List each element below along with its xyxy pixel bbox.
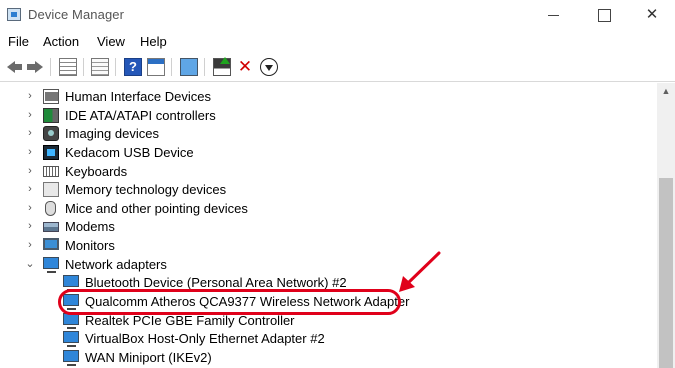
action-pane-icon[interactable] <box>147 58 165 76</box>
scroll-up-icon[interactable]: ▲ <box>657 83 675 100</box>
close-button[interactable]: ✕ <box>629 0 675 30</box>
forward-arrow-icon[interactable] <box>26 58 44 76</box>
chevron-down-icon[interactable]: ⌄ <box>25 258 35 270</box>
menu-view[interactable]: View <box>97 34 125 49</box>
network-adapter-icon <box>63 275 79 291</box>
chevron-right-icon[interactable]: › <box>25 202 35 214</box>
chevron-right-icon[interactable]: › <box>25 220 35 232</box>
tree-category-kedacom-usb-device[interactable]: › Kedacom USB Device <box>0 143 657 162</box>
tree-category-network-adapters[interactable]: ⌄ Network adapters <box>0 255 657 274</box>
tree-category-keyboards[interactable]: › Keyboards <box>0 162 657 181</box>
tree-item-label: WAN Miniport (IKEv2) <box>85 350 212 365</box>
help-icon[interactable]: ? <box>124 58 142 76</box>
tree-item-wan-miniport[interactable]: WAN Miniport (IKEv2) <box>0 348 657 367</box>
update-driver-icon[interactable] <box>213 57 231 76</box>
back-arrow-icon[interactable] <box>6 58 24 76</box>
chevron-right-icon[interactable]: › <box>25 109 35 121</box>
tree-category-monitors[interactable]: › Monitors <box>0 236 657 255</box>
tree-item-label: Realtek PCIe GBE Family Controller <box>85 313 295 328</box>
network-adapter-icon <box>43 257 59 273</box>
tree-item-label: Network adapters <box>65 257 167 272</box>
title-bar: Device Manager ✕ <box>0 0 675 30</box>
window-title: Device Manager <box>28 7 125 22</box>
toolbar-separator <box>83 58 84 76</box>
tree-category-modems[interactable]: › Modems <box>0 217 657 236</box>
tree-item-label: Kedacom USB Device <box>65 145 194 160</box>
menu-file[interactable]: File <box>8 34 29 49</box>
tree-item-label: Memory technology devices <box>65 182 227 197</box>
memory-device-icon <box>43 182 59 197</box>
tree-item-virtualbox-adapter[interactable]: VirtualBox Host-Only Ethernet Adapter #2 <box>0 329 657 348</box>
vertical-scrollbar[interactable]: ▲ <box>657 83 675 368</box>
tree-item-label: Keyboards <box>65 164 128 179</box>
annotation-highlight <box>58 289 401 315</box>
tree-item-label: Modems <box>65 219 115 234</box>
maximize-button[interactable] <box>580 0 626 30</box>
menu-action[interactable]: Action <box>43 34 79 49</box>
uninstall-device-icon[interactable]: ✕ <box>236 58 254 76</box>
modem-icon <box>43 222 59 232</box>
tree-category-mice[interactable]: › Mice and other pointing devices <box>0 199 657 218</box>
hid-icon <box>43 89 59 104</box>
tree-item-label: IDE ATA/ATAPI controllers <box>65 108 216 123</box>
tree-category-ide-controllers[interactable]: › IDE ATA/ATAPI controllers <box>0 106 657 125</box>
chevron-right-icon[interactable]: › <box>25 165 35 177</box>
scrollbar-thumb[interactable] <box>659 178 673 368</box>
tree-item-label: Bluetooth Device (Personal Area Network)… <box>85 275 347 290</box>
chevron-right-icon[interactable]: › <box>25 90 35 102</box>
tree-category-imaging-devices[interactable]: › Imaging devices <box>0 124 657 143</box>
tree-category-human-interface-devices[interactable]: › Human Interface Devices <box>0 87 657 106</box>
show-hide-console-tree-icon[interactable] <box>59 58 77 76</box>
usb-device-icon <box>43 145 59 160</box>
menu-bar: File Action View Help <box>0 30 675 52</box>
menu-help[interactable]: Help <box>140 34 167 49</box>
network-adapter-icon <box>63 331 79 347</box>
device-manager-icon <box>7 8 21 21</box>
camera-icon <box>43 126 59 141</box>
tree-item-label: Human Interface Devices <box>65 89 211 104</box>
toolbar: ? ✕ <box>0 52 675 82</box>
properties-icon[interactable] <box>91 58 109 76</box>
keyboard-icon <box>43 166 59 177</box>
chevron-right-icon[interactable]: › <box>25 183 35 195</box>
monitor-icon <box>43 238 59 250</box>
disable-device-icon[interactable] <box>260 58 278 76</box>
chevron-right-icon[interactable]: › <box>25 239 35 251</box>
annotation-arrow <box>399 251 441 292</box>
toolbar-separator <box>50 58 51 76</box>
chevron-right-icon[interactable]: › <box>25 146 35 158</box>
toolbar-separator <box>171 58 172 76</box>
tree-item-label: Monitors <box>65 238 115 253</box>
tree-item-label: VirtualBox Host-Only Ethernet Adapter #2 <box>85 331 325 346</box>
tree-category-memory-technology-devices[interactable]: › Memory technology devices <box>0 180 657 199</box>
mouse-icon <box>45 201 56 216</box>
tree-item-label: Imaging devices <box>65 126 159 141</box>
chevron-right-icon[interactable]: › <box>25 127 35 139</box>
minimize-button[interactable] <box>530 0 576 30</box>
network-adapter-icon <box>63 350 79 366</box>
scan-hardware-icon[interactable] <box>180 58 198 76</box>
device-tree: › Human Interface Devices › IDE ATA/ATAP… <box>0 83 657 368</box>
toolbar-separator <box>204 58 205 76</box>
toolbar-separator <box>115 58 116 76</box>
ide-controller-icon <box>43 108 59 123</box>
tree-item-label: Mice and other pointing devices <box>65 201 248 216</box>
